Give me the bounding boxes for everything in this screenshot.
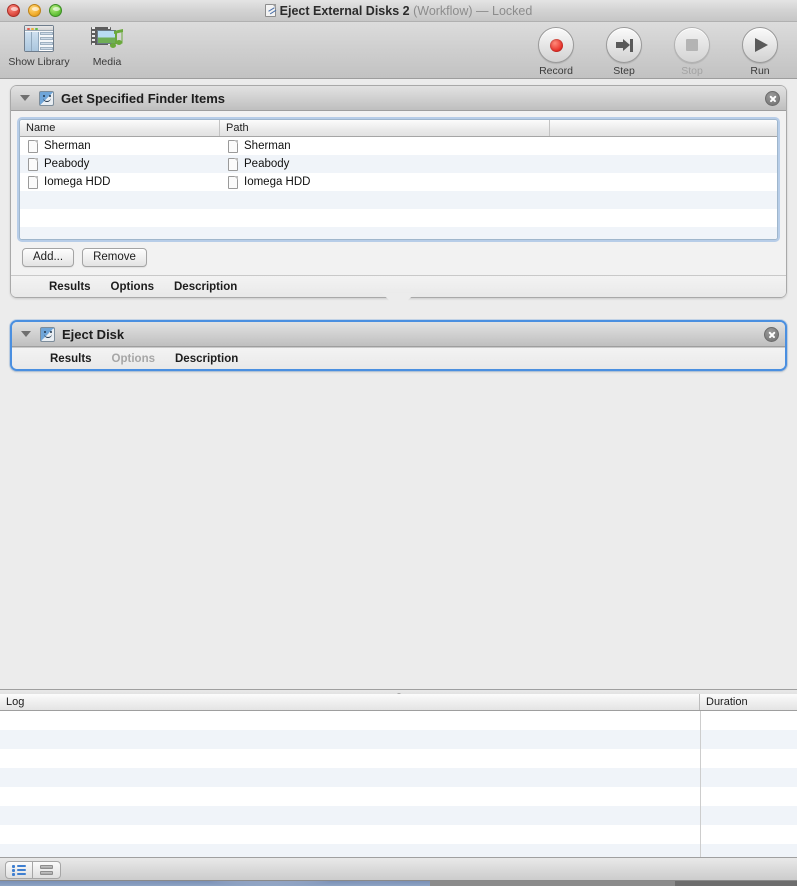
cell-path: Iomega HDD [244, 176, 311, 188]
action-footer-tabs: Results Options Description [12, 347, 785, 369]
action-header[interactable]: Eject Disk [12, 322, 785, 347]
view-toggle-group [5, 861, 61, 879]
cell-name: Peabody [44, 158, 90, 170]
document-icon [228, 157, 238, 171]
column-header-path[interactable]: Path [220, 120, 550, 136]
cell-name: Sherman [44, 140, 91, 152]
window-title-name: Eject External Disks 2 [279, 4, 410, 18]
action-header[interactable]: Get Specified Finder Items [11, 86, 786, 111]
record-icon [538, 27, 574, 63]
status-bar [0, 857, 797, 881]
library-icon [22, 24, 56, 54]
document-proxy-icon[interactable] [264, 4, 276, 17]
log-row-empty [0, 844, 797, 857]
log-row-empty [0, 787, 797, 806]
log-table-header: Log Duration [0, 694, 797, 711]
document-icon [228, 175, 238, 189]
workflow-canvas[interactable]: Get Specified Finder Items Name Path She… [0, 80, 797, 693]
document-icon [228, 139, 238, 153]
tab-results[interactable]: Results [49, 281, 91, 293]
remove-button[interactable]: Remove [82, 248, 147, 267]
toolbar: Show Library Media Record Step Stop Run [0, 22, 797, 79]
log-table-body [0, 711, 797, 857]
action-title: Eject Disk [62, 326, 125, 342]
log-row-empty [0, 749, 797, 768]
tab-results[interactable]: Results [50, 353, 92, 365]
table-row-empty [20, 191, 777, 209]
run-label: Run [750, 65, 770, 77]
split-view-button[interactable] [33, 861, 61, 879]
document-icon [28, 139, 38, 153]
table-row-empty [20, 227, 777, 239]
log-row-empty [0, 711, 797, 730]
tab-options: Options [111, 352, 155, 365]
automator-window: Eject External Disks 2 (Workflow) — Lock… [0, 0, 797, 881]
record-button[interactable]: Record [525, 27, 587, 77]
disclosure-triangle-icon[interactable] [20, 95, 30, 101]
log-pane[interactable]: Log Duration [0, 694, 797, 857]
table-header: Name Path [20, 120, 777, 137]
window-bottom-edge [0, 880, 797, 881]
table-body: Sherman Sherman Peabody Peabody Iomega H… [20, 137, 777, 239]
add-button[interactable]: Add... [22, 248, 75, 267]
column-header-name[interactable]: Name [20, 120, 220, 136]
tab-options[interactable]: Options [111, 281, 154, 293]
table-row-empty [20, 209, 777, 227]
record-label: Record [539, 65, 573, 77]
table-row[interactable]: Sherman Sherman [20, 137, 777, 155]
toolbar-right-group: Record Step Stop Run [525, 27, 791, 77]
finder-icon [39, 90, 54, 106]
step-button[interactable]: Step [593, 27, 655, 77]
document-icon [28, 175, 38, 189]
cell-path: Sherman [244, 140, 291, 152]
remove-action-button[interactable] [764, 327, 779, 342]
show-library-label: Show Library [8, 56, 70, 68]
finder-items-table[interactable]: Name Path Sherman Sherman Peabody Peabod… [19, 119, 778, 240]
log-row-empty [0, 825, 797, 844]
disclosure-triangle-icon[interactable] [21, 331, 31, 337]
column-header-duration[interactable]: Duration [700, 694, 797, 710]
split-view-icon [40, 864, 53, 876]
action-eject-disk[interactable]: Eject Disk Results Options Description [10, 320, 787, 371]
log-row-empty [0, 806, 797, 825]
window-title-suffix: (Workflow) — Locked [413, 4, 533, 18]
action-get-specified-finder-items[interactable]: Get Specified Finder Items Name Path She… [10, 85, 787, 298]
table-row[interactable]: Peabody Peabody [20, 155, 777, 173]
cell-path: Peabody [244, 158, 290, 170]
show-library-button[interactable]: Show Library [8, 24, 70, 68]
step-label: Step [613, 65, 635, 77]
stop-icon [674, 27, 710, 63]
media-label: Media [92, 56, 122, 68]
action-body: Name Path Sherman Sherman Peabody Peabod… [11, 111, 786, 275]
stop-button: Stop [661, 27, 723, 77]
media-icon [90, 24, 124, 54]
column-header-log[interactable]: Log [0, 694, 700, 710]
tab-description[interactable]: Description [175, 353, 238, 365]
remove-action-button[interactable] [765, 91, 780, 106]
action-title: Get Specified Finder Items [61, 90, 225, 106]
stop-label: Stop [681, 65, 703, 77]
action-connector [381, 293, 416, 309]
window-title: Eject External Disks 2 (Workflow) — Lock… [0, 3, 797, 19]
action-buttons: Add... Remove [19, 240, 778, 275]
table-row[interactable]: Iomega HDD Iomega HDD [20, 173, 777, 191]
media-button[interactable]: Media [76, 24, 138, 68]
title-bar: Eject External Disks 2 (Workflow) — Lock… [0, 0, 797, 22]
column-header-spacer [550, 120, 777, 136]
run-button[interactable]: Run [729, 27, 791, 77]
tab-description[interactable]: Description [174, 281, 237, 293]
document-icon [28, 157, 38, 171]
cell-name: Iomega HDD [44, 176, 111, 188]
log-row-empty [0, 768, 797, 787]
step-icon [606, 27, 642, 63]
finder-icon [40, 326, 55, 342]
log-column-divider [700, 711, 701, 857]
run-icon [742, 27, 778, 63]
log-list-view-button[interactable] [5, 861, 33, 879]
toolbar-left-group: Show Library Media [8, 24, 138, 68]
list-view-icon [12, 864, 26, 876]
log-row-empty [0, 730, 797, 749]
